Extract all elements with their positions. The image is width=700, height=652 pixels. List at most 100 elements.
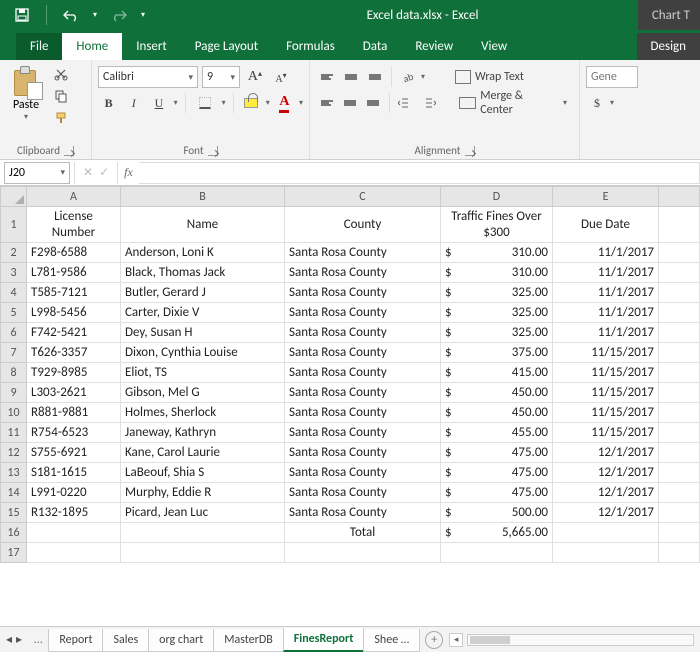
cell[interactable] bbox=[553, 523, 659, 543]
format-painter-button[interactable] bbox=[50, 108, 72, 128]
cell[interactable]: $310.00 bbox=[441, 263, 553, 283]
cell[interactable]: 11/15/2017 bbox=[553, 343, 659, 363]
save-button[interactable] bbox=[8, 2, 36, 28]
cell[interactable]: Santa Rosa County bbox=[285, 283, 441, 303]
cell[interactable]: 11/1/2017 bbox=[553, 263, 659, 283]
row-header[interactable]: 15 bbox=[1, 503, 27, 523]
row-header[interactable]: 9 bbox=[1, 383, 27, 403]
cell[interactable]: Murphy, Eddie R bbox=[121, 483, 285, 503]
cell[interactable]: S181-1615 bbox=[27, 463, 121, 483]
font-name-combo[interactable]: Calibri▾ bbox=[98, 66, 198, 88]
tab-design[interactable]: Design bbox=[637, 33, 700, 60]
align-top-button[interactable] bbox=[316, 66, 338, 88]
cell[interactable]: Dey, Susan H bbox=[121, 323, 285, 343]
font-dialog-launcher[interactable] bbox=[208, 146, 218, 156]
cell[interactable]: Picard, Jean Luc bbox=[121, 503, 285, 523]
tab-review[interactable]: Review bbox=[401, 33, 467, 60]
cell[interactable]: Traffic Fines Over $300 bbox=[441, 207, 553, 243]
tab-data[interactable]: Data bbox=[349, 33, 402, 60]
cell[interactable]: R881-9881 bbox=[27, 403, 121, 423]
cell[interactable]: 12/1/2017 bbox=[553, 503, 659, 523]
underline-button[interactable]: U bbox=[148, 92, 169, 114]
tab-page-layout[interactable]: Page Layout bbox=[181, 33, 272, 60]
fx-button[interactable]: fx bbox=[118, 165, 139, 180]
cell[interactable]: 11/1/2017 bbox=[553, 243, 659, 263]
scroll-left-button[interactable]: ◂ bbox=[449, 633, 463, 647]
align-right-button[interactable] bbox=[363, 92, 384, 114]
cell[interactable]: $475.00 bbox=[441, 483, 553, 503]
cell[interactable]: Black, Thomas Jack bbox=[121, 263, 285, 283]
row-header[interactable]: 17 bbox=[1, 543, 27, 563]
sheet-overflow-left[interactable]: … bbox=[28, 633, 48, 647]
cell[interactable]: Name bbox=[121, 207, 285, 243]
copy-button[interactable] bbox=[50, 86, 72, 106]
fill-color-button[interactable] bbox=[241, 92, 262, 114]
row-header[interactable]: 5 bbox=[1, 303, 27, 323]
cell[interactable]: 12/1/2017 bbox=[553, 483, 659, 503]
cell[interactable]: 11/1/2017 bbox=[553, 283, 659, 303]
cell[interactable]: T929-8985 bbox=[27, 363, 121, 383]
tab-home[interactable]: Home bbox=[62, 33, 122, 60]
col-header-C[interactable]: C bbox=[285, 187, 441, 207]
col-header-D[interactable]: D bbox=[441, 187, 553, 207]
cell[interactable]: Anderson, Loni K bbox=[121, 243, 285, 263]
cell[interactable]: R754-6523 bbox=[27, 423, 121, 443]
merge-center-button[interactable]: Merge & Center▾ bbox=[453, 92, 573, 114]
cell[interactable]: $415.00 bbox=[441, 363, 553, 383]
cell[interactable]: 11/15/2017 bbox=[553, 363, 659, 383]
sheet-tab[interactable]: FinesReport bbox=[283, 628, 365, 652]
sheet-tab[interactable]: Shee … bbox=[363, 629, 420, 652]
cell[interactable]: $475.00 bbox=[441, 443, 553, 463]
row-header[interactable]: 1 bbox=[1, 207, 27, 243]
cell[interactable]: Santa Rosa County bbox=[285, 403, 441, 423]
align-center-button[interactable] bbox=[339, 92, 360, 114]
font-size-combo[interactable]: 9▾ bbox=[202, 66, 240, 88]
row-header[interactable]: 8 bbox=[1, 363, 27, 383]
cell[interactable]: Janeway, Kathryn bbox=[121, 423, 285, 443]
cell[interactable]: LaBeouf, Shia S bbox=[121, 463, 285, 483]
cell[interactable]: Santa Rosa County bbox=[285, 363, 441, 383]
cell[interactable]: $475.00 bbox=[441, 463, 553, 483]
cell[interactable]: S755-6921 bbox=[27, 443, 121, 463]
increase-font-button[interactable]: A▴ bbox=[244, 66, 266, 88]
row-header[interactable]: 16 bbox=[1, 523, 27, 543]
select-all-corner[interactable] bbox=[1, 187, 27, 207]
tab-formulas[interactable]: Formulas bbox=[272, 33, 349, 60]
row-header[interactable]: 13 bbox=[1, 463, 27, 483]
cell[interactable]: Santa Rosa County bbox=[285, 483, 441, 503]
italic-button[interactable]: I bbox=[123, 92, 144, 114]
col-header-A[interactable]: A bbox=[27, 187, 121, 207]
wrap-text-button[interactable]: Wrap Text bbox=[449, 66, 530, 88]
row-header[interactable]: 12 bbox=[1, 443, 27, 463]
cell[interactable]: 12/1/2017 bbox=[553, 463, 659, 483]
align-middle-button[interactable] bbox=[340, 66, 362, 88]
sheet-tab[interactable]: Sales bbox=[102, 629, 149, 652]
cell[interactable]: Eliot, TS bbox=[121, 363, 285, 383]
cell[interactable]: 12/1/2017 bbox=[553, 443, 659, 463]
cell[interactable]: L781-9586 bbox=[27, 263, 121, 283]
cell[interactable]: 11/15/2017 bbox=[553, 423, 659, 443]
row-header[interactable]: 14 bbox=[1, 483, 27, 503]
bold-button[interactable]: B bbox=[98, 92, 119, 114]
undo-button[interactable] bbox=[57, 2, 85, 28]
cell[interactable]: T626-3357 bbox=[27, 343, 121, 363]
col-header-B[interactable]: B bbox=[121, 187, 285, 207]
sheet-tab[interactable]: org chart bbox=[148, 629, 214, 652]
cell[interactable]: F742-5421 bbox=[27, 323, 121, 343]
decrease-indent-button[interactable] bbox=[395, 92, 416, 114]
alignment-dialog-launcher[interactable] bbox=[465, 146, 475, 156]
sheet-nav-prev[interactable]: ◂ bbox=[6, 632, 12, 647]
undo-dropdown[interactable]: ▾ bbox=[93, 10, 97, 20]
cell[interactable]: F298-6588 bbox=[27, 243, 121, 263]
cell[interactable]: Santa Rosa County bbox=[285, 443, 441, 463]
col-header-E[interactable]: E bbox=[553, 187, 659, 207]
decrease-font-button[interactable]: A▾ bbox=[270, 66, 292, 88]
align-bottom-button[interactable] bbox=[364, 66, 386, 88]
cell[interactable]: $5,665.00 bbox=[441, 523, 553, 543]
cell[interactable]: $325.00 bbox=[441, 303, 553, 323]
row-header[interactable]: 6 bbox=[1, 323, 27, 343]
cell[interactable]: R132-1895 bbox=[27, 503, 121, 523]
sheet-nav-next[interactable]: ▸ bbox=[16, 632, 22, 647]
cell[interactable]: $375.00 bbox=[441, 343, 553, 363]
row-header[interactable]: 4 bbox=[1, 283, 27, 303]
